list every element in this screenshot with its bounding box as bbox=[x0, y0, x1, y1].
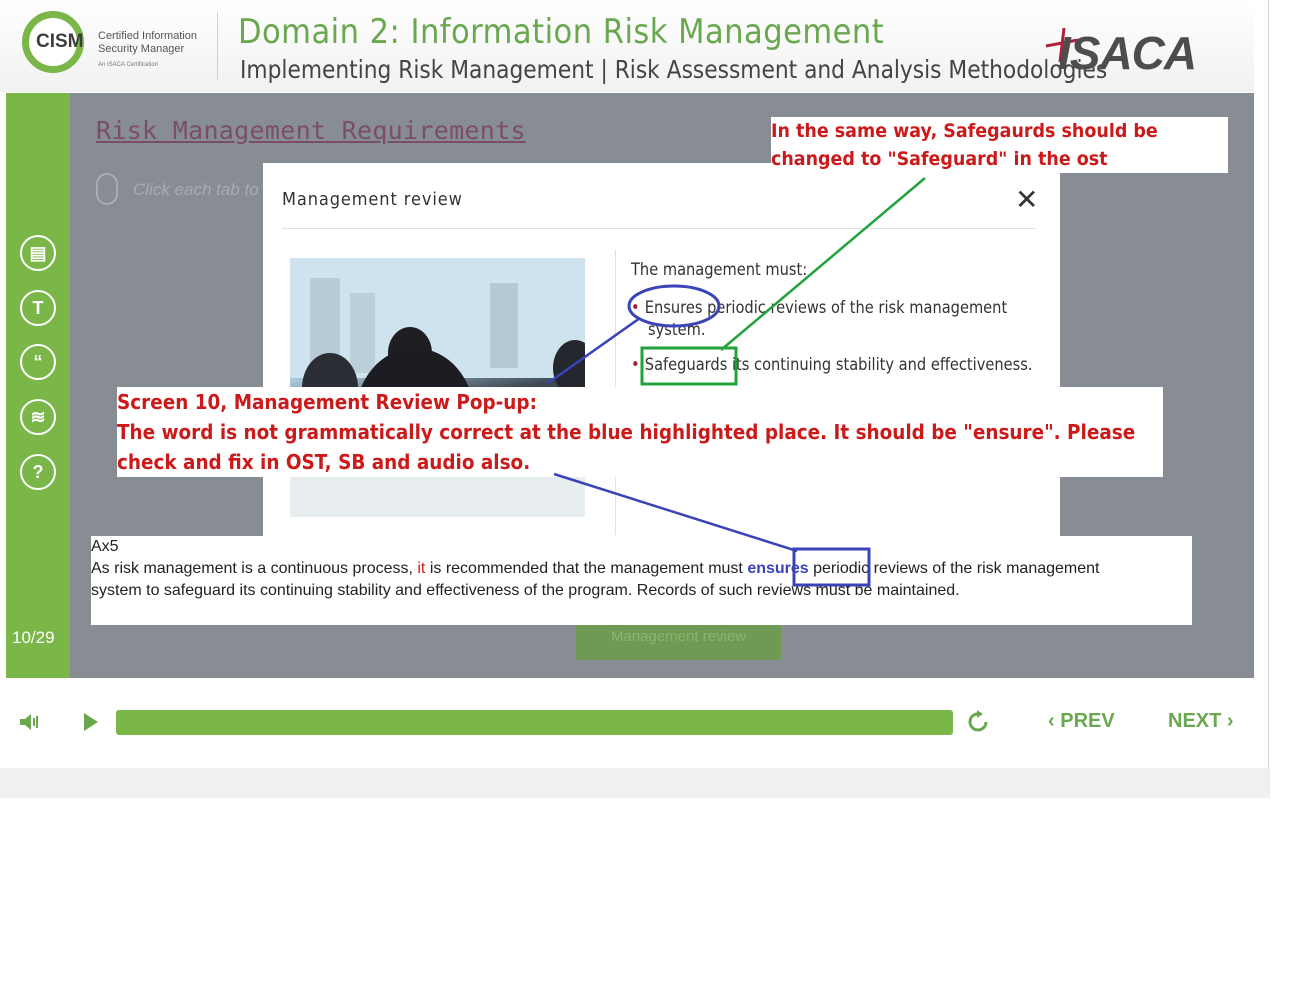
lesson-subtitle: Implementing Risk Management | Risk Asse… bbox=[240, 55, 1108, 84]
header-divider bbox=[217, 12, 218, 80]
cism-logo-tagline: An ISACA Certification bbox=[98, 62, 159, 68]
list-item: • Safeguards its continuing stability and… bbox=[631, 354, 1033, 376]
note-line: check and fix in OST, SB and audio also. bbox=[117, 450, 531, 474]
review-note-ensure: Screen 10, Management Review Pop-up: The… bbox=[117, 387, 1163, 477]
transcript-icon[interactable]: T bbox=[20, 290, 56, 326]
script-text-highlight: ensures bbox=[747, 560, 809, 577]
bullet-dot: • bbox=[631, 298, 640, 318]
list-item: • Ensures periodic reviews of the risk ma… bbox=[631, 297, 1007, 319]
page-title: Risk Management Requirements bbox=[96, 116, 526, 145]
note-line: changed to "Safeguard" in the ost bbox=[771, 148, 1108, 170]
bullet-text: Safeguards its continuing stability and … bbox=[644, 355, 1033, 375]
prev-label: PREV bbox=[1060, 710, 1115, 732]
window-bottom-strip bbox=[0, 768, 1270, 798]
next-label: NEXT bbox=[1168, 710, 1222, 732]
play-icon[interactable] bbox=[82, 712, 100, 732]
bullet-dot: • bbox=[631, 355, 640, 375]
bullet-continuation: system. bbox=[648, 320, 706, 340]
script-text: periodic reviews of the risk management bbox=[808, 560, 1100, 577]
notes-icon[interactable]: ▤ bbox=[20, 235, 56, 271]
modal-title: Management review bbox=[282, 189, 463, 210]
isaca-logo: ISACA bbox=[1058, 27, 1197, 79]
domain-title: Domain 2: Information Risk Management bbox=[238, 12, 885, 52]
click-hint: Click each tab to l bbox=[133, 180, 268, 199]
close-icon[interactable]: ✕ bbox=[1015, 185, 1038, 215]
script-ref: Ax5 bbox=[91, 538, 119, 555]
help-icon[interactable]: ? bbox=[20, 454, 56, 490]
note-line: The word is not grammatically correct at… bbox=[117, 420, 1136, 444]
script-line: system to safeguard its continuing stabi… bbox=[91, 582, 960, 599]
modal-intro: The management must: bbox=[631, 260, 808, 280]
chevron-left-icon: ‹ bbox=[1048, 710, 1055, 732]
progress-bar[interactable] bbox=[116, 710, 953, 735]
page-counter: 10/29 bbox=[12, 628, 55, 647]
review-note-safeguard: In the same way, Safegaurds should be ch… bbox=[771, 117, 1228, 173]
script-line: As risk management is a continuous proce… bbox=[91, 558, 1192, 580]
mouse-icon bbox=[96, 173, 118, 205]
script-excerpt: Ax5 As risk management is a continuous p… bbox=[91, 536, 1192, 625]
prev-button[interactable]: ‹ PREV bbox=[1048, 710, 1115, 733]
quote-icon[interactable]: “ bbox=[20, 344, 56, 380]
script-text: is recommended that the management must bbox=[425, 560, 748, 577]
chevron-right-icon: › bbox=[1226, 710, 1234, 732]
cism-logo-text: CISM bbox=[36, 31, 84, 52]
next-button[interactable]: NEXT › bbox=[1168, 710, 1234, 733]
sidebar: ▤ T “ ≋ ? bbox=[6, 93, 70, 678]
script-text: As risk management is a continuous proce… bbox=[91, 560, 418, 577]
note-line: In the same way, Safegaurds should be bbox=[771, 120, 1158, 142]
cism-logo-subtitle: Certified Information Security Manager bbox=[98, 30, 198, 55]
modal-divider bbox=[282, 228, 1036, 229]
bullet-text: Ensures periodic reviews of the risk man… bbox=[644, 298, 1008, 318]
replay-icon[interactable] bbox=[966, 709, 992, 735]
note-line: Screen 10, Management Review Pop-up: bbox=[117, 390, 537, 414]
volume-icon[interactable] bbox=[18, 711, 40, 733]
layers-icon[interactable]: ≋ bbox=[20, 399, 56, 435]
